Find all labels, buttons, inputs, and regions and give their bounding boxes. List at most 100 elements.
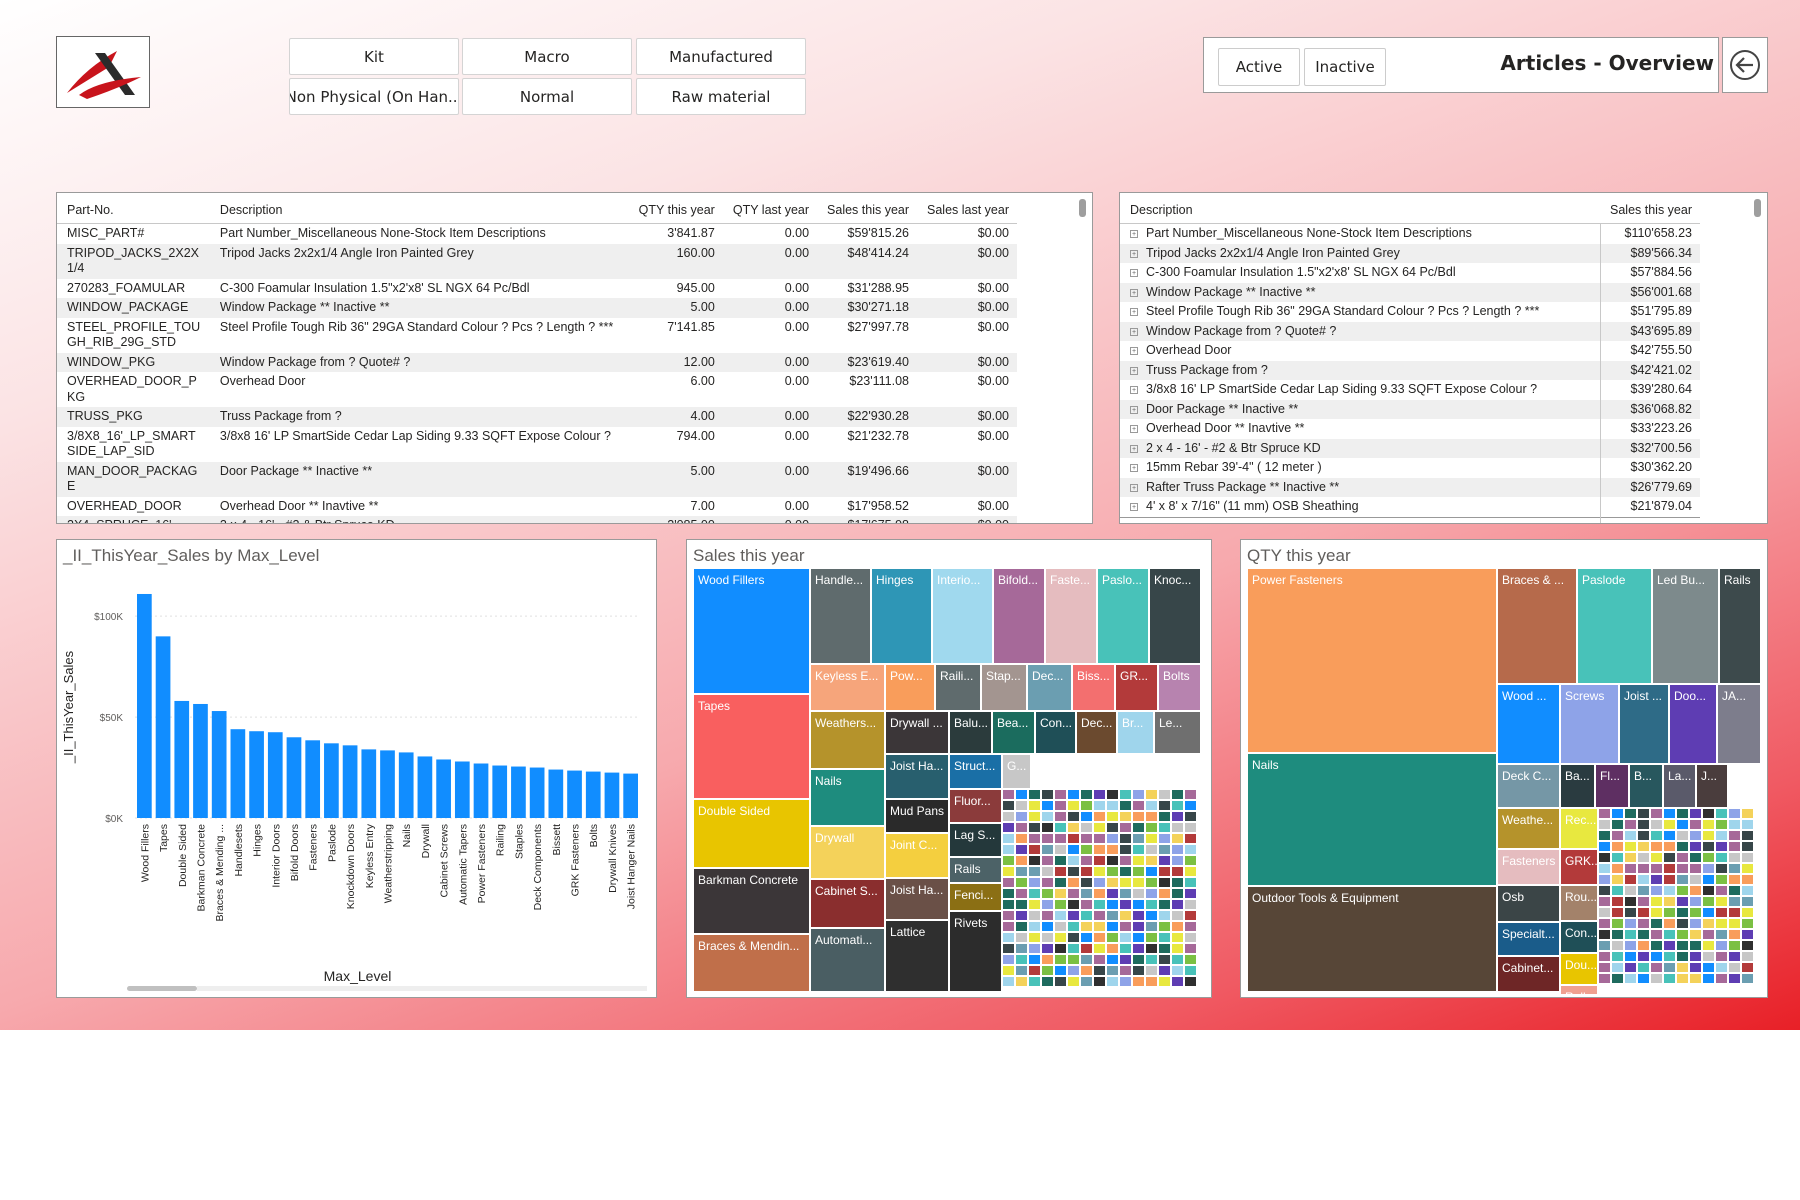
- treemap-small-tile[interactable]: [1184, 921, 1197, 932]
- treemap-small-tile[interactable]: [1054, 866, 1067, 877]
- treemap-small-tile[interactable]: [1054, 954, 1067, 965]
- treemap-small-tile[interactable]: [1715, 896, 1728, 907]
- treemap-small-tile[interactable]: [1067, 932, 1080, 943]
- treemap-small-tile[interactable]: [1015, 855, 1028, 866]
- treemap-tile[interactable]: Fluor...: [949, 789, 1002, 823]
- treemap-small-tile[interactable]: [1184, 822, 1197, 833]
- table-row[interactable]: + Truss Package from ? $42'421.02: [1120, 360, 1700, 380]
- treemap-small-tile[interactable]: [1106, 855, 1119, 866]
- treemap-small-tile[interactable]: [1106, 833, 1119, 844]
- treemap-small-tile[interactable]: [1080, 965, 1093, 976]
- treemap-small-tile[interactable]: [1637, 918, 1650, 929]
- treemap-small-tile[interactable]: [1145, 877, 1158, 888]
- treemap-small-tile[interactable]: [1663, 830, 1676, 841]
- treemap-small-tile[interactable]: [1093, 877, 1106, 888]
- treemap-small-tile[interactable]: [1080, 789, 1093, 800]
- treemap-small-tile[interactable]: [1028, 855, 1041, 866]
- treemap-small-tile[interactable]: [1676, 874, 1689, 885]
- treemap-small-tile[interactable]: [1728, 830, 1741, 841]
- treemap-small-tile[interactable]: [1715, 973, 1728, 984]
- treemap-small-tile[interactable]: [1171, 954, 1184, 965]
- treemap-small-tile[interactable]: [1715, 918, 1728, 929]
- treemap-small-tile[interactable]: [1145, 965, 1158, 976]
- treemap-tile[interactable]: Rails: [1719, 568, 1761, 684]
- treemap-small-tile[interactable]: [1637, 951, 1650, 962]
- treemap-small-tile[interactable]: [1093, 822, 1106, 833]
- treemap-small-tile[interactable]: [1145, 833, 1158, 844]
- treemap-small-tile[interactable]: [1689, 841, 1702, 852]
- treemap-small-tile[interactable]: [1145, 811, 1158, 822]
- treemap-tile[interactable]: Paslode: [1577, 568, 1652, 684]
- treemap-small-tile[interactable]: [1132, 855, 1145, 866]
- treemap-small-tile[interactable]: [1624, 940, 1637, 951]
- treemap-small-tile[interactable]: [1119, 910, 1132, 921]
- treemap-small-tile[interactable]: [1689, 863, 1702, 874]
- treemap-tile[interactable]: Faste...: [1045, 568, 1097, 664]
- treemap-tile[interactable]: Bifold...: [993, 568, 1045, 664]
- treemap-small-tile[interactable]: [1093, 910, 1106, 921]
- treemap-small-tile[interactable]: [1080, 921, 1093, 932]
- treemap-tile[interactable]: Knoc...: [1149, 568, 1201, 664]
- table-scrollbar[interactable]: [1079, 199, 1086, 217]
- treemap-small-tile[interactable]: [1041, 811, 1054, 822]
- treemap-small-tile[interactable]: [1119, 866, 1132, 877]
- treemap-small-tile[interactable]: [1041, 877, 1054, 888]
- treemap-small-tile[interactable]: [1067, 866, 1080, 877]
- treemap-small-tile[interactable]: [1145, 844, 1158, 855]
- treemap-small-tile[interactable]: [1184, 954, 1197, 965]
- treemap-tile[interactable]: Barkman Concrete: [693, 868, 810, 934]
- treemap-small-tile[interactable]: [1637, 973, 1650, 984]
- treemap-tile[interactable]: Joist ...: [1619, 684, 1669, 764]
- treemap-small-tile[interactable]: [1624, 918, 1637, 929]
- treemap-small-tile[interactable]: [1650, 841, 1663, 852]
- treemap-small-tile[interactable]: [1663, 852, 1676, 863]
- treemap-tile[interactable]: Weathers...: [810, 711, 885, 769]
- treemap-small-tile[interactable]: [1119, 877, 1132, 888]
- treemap-small-tile[interactable]: [1106, 811, 1119, 822]
- treemap-small-tile[interactable]: [1171, 910, 1184, 921]
- treemap-small-tile[interactable]: [1158, 789, 1171, 800]
- treemap-small-tile[interactable]: [1676, 962, 1689, 973]
- treemap-small-tile[interactable]: [1093, 921, 1106, 932]
- treemap-small-tile[interactable]: [1676, 940, 1689, 951]
- treemap-small-tile[interactable]: [1054, 800, 1067, 811]
- treemap-small-tile[interactable]: [1041, 822, 1054, 833]
- treemap-small-tile[interactable]: [1598, 863, 1611, 874]
- treemap-small-tile[interactable]: [1663, 819, 1676, 830]
- treemap-small-tile[interactable]: [1650, 940, 1663, 951]
- treemap-small-tile[interactable]: [1689, 852, 1702, 863]
- table-scrollbar[interactable]: [1754, 199, 1761, 217]
- treemap-small-tile[interactable]: [1028, 877, 1041, 888]
- treemap-small-tile[interactable]: [1080, 855, 1093, 866]
- treemap-small-tile[interactable]: [1054, 789, 1067, 800]
- treemap-small-tile[interactable]: [1002, 800, 1015, 811]
- treemap-small-tile[interactable]: [1119, 921, 1132, 932]
- expand-icon[interactable]: +: [1130, 503, 1138, 511]
- treemap-small-tile[interactable]: [1728, 808, 1741, 819]
- expand-icon[interactable]: +: [1130, 483, 1138, 492]
- back-button[interactable]: [1722, 37, 1768, 93]
- treemap-small-tile[interactable]: [1650, 907, 1663, 918]
- treemap-tile[interactable]: GR...: [1115, 664, 1158, 711]
- treemap-small-tile[interactable]: [1689, 918, 1702, 929]
- treemap-small-tile[interactable]: [1676, 951, 1689, 962]
- treemap-small-tile[interactable]: [1106, 899, 1119, 910]
- treemap-small-tile[interactable]: [1650, 830, 1663, 841]
- treemap-tile[interactable]: Roll...: [1560, 985, 1598, 995]
- treemap-small-tile[interactable]: [1637, 863, 1650, 874]
- treemap-small-tile[interactable]: [1663, 951, 1676, 962]
- treemap-tile[interactable]: Bea...: [992, 711, 1035, 754]
- treemap-small-tile[interactable]: [1158, 932, 1171, 943]
- col-sales-this-year[interactable]: Sales this year: [1600, 193, 1700, 224]
- treemap-small-tile[interactable]: [1041, 844, 1054, 855]
- treemap-small-tile[interactable]: [1702, 962, 1715, 973]
- treemap-small-tile[interactable]: [1145, 822, 1158, 833]
- treemap-small-tile[interactable]: [1611, 874, 1624, 885]
- treemap-tile[interactable]: Raili...: [935, 664, 981, 711]
- expand-icon[interactable]: +: [1130, 288, 1138, 297]
- filter-non-physical-button[interactable]: Non Physical (On Han...: [289, 78, 459, 115]
- treemap-tile[interactable]: Automati...: [810, 928, 885, 992]
- filter-raw-material-button[interactable]: Raw material: [636, 78, 806, 115]
- treemap-small-tile[interactable]: [1689, 962, 1702, 973]
- treemap-small-tile[interactable]: [1702, 940, 1715, 951]
